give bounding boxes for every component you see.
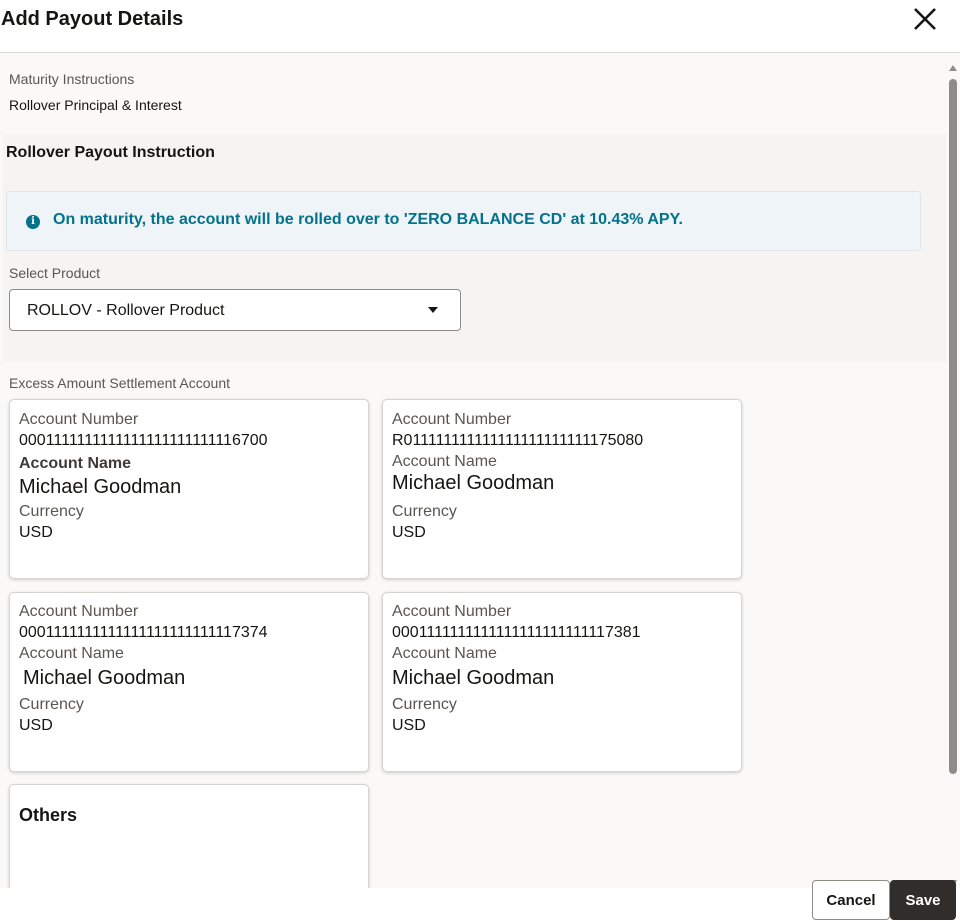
account-card[interactable]: Account Number R011111111111111111111111… xyxy=(382,399,742,579)
account-name-value: Michael Goodman xyxy=(392,472,555,494)
account-number-label: Account Number xyxy=(19,411,139,428)
maturity-instructions-value: Rollover Principal & Interest xyxy=(9,97,182,113)
others-label: Others xyxy=(19,805,78,825)
currency-value: USD xyxy=(392,524,426,541)
account-name-value: Michael Goodman xyxy=(392,667,555,689)
maturity-instructions-label: Maturity Instructions xyxy=(9,71,135,87)
currency-label: Currency xyxy=(392,696,457,713)
account-card[interactable]: Account Number 0001111111111111111111111… xyxy=(382,592,742,772)
scroll-up-arrow-icon[interactable] xyxy=(949,65,957,71)
account-name-label: Account Name xyxy=(392,645,497,662)
scrollbar-thumb[interactable] xyxy=(949,79,957,774)
close-button[interactable] xyxy=(908,2,942,36)
currency-label: Currency xyxy=(392,503,457,520)
account-number-label: Account Number xyxy=(392,411,512,428)
close-icon xyxy=(914,8,936,30)
account-card[interactable]: Account Number 0001111111111111111111111… xyxy=(9,399,369,579)
info-message: i On maturity, the account will be rolle… xyxy=(6,191,921,251)
dialog-title: Add Payout Details xyxy=(1,8,184,30)
caret-down-icon xyxy=(428,307,438,313)
account-number-value: 0001111111111111111111111117381 xyxy=(392,624,641,641)
account-name-value: Michael Goodman xyxy=(23,667,186,689)
account-number-label: Account Number xyxy=(392,603,512,620)
save-button[interactable]: Save xyxy=(890,880,956,920)
rollover-payout-panel: Rollover Payout Instruction i On maturit… xyxy=(3,134,946,362)
excess-settlement-label: Excess Amount Settlement Account xyxy=(9,375,231,391)
account-card[interactable]: Account Number 0001111111111111111111111… xyxy=(9,592,369,772)
cancel-button[interactable]: Cancel xyxy=(812,880,890,920)
select-product-dropdown[interactable]: ROLLOV - Rollover Product xyxy=(9,289,461,331)
account-name-label: Account Name xyxy=(19,645,124,662)
account-number-value: R011111111111111111111111175080 xyxy=(392,432,644,449)
others-card[interactable]: Others xyxy=(9,784,369,888)
info-message-text: On maturity, the account will be rolled … xyxy=(53,211,683,228)
account-name-label: Account Name xyxy=(19,455,132,472)
vertical-scrollbar[interactable] xyxy=(946,60,960,888)
account-number-value: 0001111111111111111111111116700 xyxy=(19,432,268,449)
account-name-value: Michael Goodman xyxy=(19,476,182,498)
select-product-label: Select Product xyxy=(9,265,101,281)
account-number-value: 0001111111111111111111111117374 xyxy=(19,624,268,641)
dialog-body[interactable]: Maturity Instructions Rollover Principal… xyxy=(0,54,946,888)
account-name-label: Account Name xyxy=(392,453,497,470)
currency-label: Currency xyxy=(19,503,84,520)
info-icon: i xyxy=(26,215,40,229)
select-product-value: ROLLOV - Rollover Product xyxy=(27,302,225,319)
dialog-header: Add Payout Details xyxy=(0,0,960,53)
currency-value: USD xyxy=(19,717,53,734)
currency-value: USD xyxy=(19,524,53,541)
currency-label: Currency xyxy=(19,696,84,713)
account-number-label: Account Number xyxy=(19,603,139,620)
rollover-payout-title: Rollover Payout Instruction xyxy=(6,144,215,161)
currency-value: USD xyxy=(392,717,426,734)
